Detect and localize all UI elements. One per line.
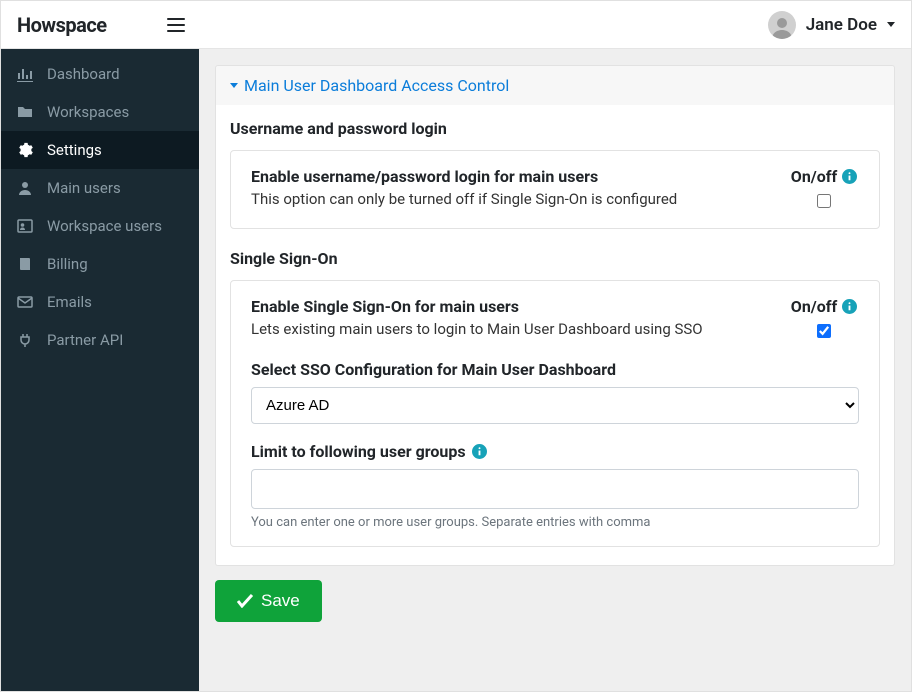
app-header: Howspace Jane Doe <box>1 1 911 49</box>
user-name: Jane Doe <box>806 15 877 35</box>
save-button[interactable]: Save <box>215 580 322 622</box>
switch-label: On/off <box>791 297 837 316</box>
username-login-toggle[interactable] <box>817 194 831 208</box>
info-icon[interactable] <box>472 444 488 460</box>
option-label: Enable Single Sign-On for main users <box>251 297 703 316</box>
avatar-icon <box>768 11 796 39</box>
sidebar-item-dashboard[interactable]: Dashboard <box>1 55 199 93</box>
menu-toggle-icon[interactable] <box>167 18 185 32</box>
user-groups-input[interactable] <box>251 469 859 509</box>
card-username-login: Enable username/password login for main … <box>230 150 880 229</box>
accordion-title: Main User Dashboard Access Control <box>244 76 509 95</box>
id-badge-icon <box>17 218 33 234</box>
sidebar-item-label: Workspace users <box>47 217 162 235</box>
caret-down-icon <box>230 83 238 88</box>
mail-icon <box>17 294 33 310</box>
card-sso: Enable Single Sign-On for main users Let… <box>230 280 880 547</box>
sidebar-item-settings[interactable]: Settings <box>1 131 199 169</box>
chart-icon <box>17 66 33 82</box>
sidebar-item-label: Dashboard <box>47 65 120 83</box>
sso-toggle[interactable] <box>817 324 831 338</box>
section-title-sso: Single Sign-On <box>230 249 880 268</box>
gear-icon <box>17 142 33 158</box>
sidebar-item-workspaces[interactable]: Workspaces <box>1 93 199 131</box>
header-left: Howspace <box>17 13 185 37</box>
accordion-header-access-control[interactable]: Main User Dashboard Access Control <box>215 65 895 105</box>
sidebar-item-label: Main users <box>47 179 121 197</box>
switch-label: On/off <box>791 167 837 186</box>
sidebar-item-partner-api[interactable]: Partner API <box>1 321 199 359</box>
sidebar-item-label: Partner API <box>47 331 123 349</box>
sidebar-item-label: Emails <box>47 293 92 311</box>
sso-config-label: Select SSO Configuration for Main User D… <box>251 360 859 379</box>
main-content: Main User Dashboard Access Control Usern… <box>199 49 911 691</box>
sidebar-item-label: Billing <box>47 255 88 273</box>
sso-config-select[interactable]: Azure AD <box>251 387 859 424</box>
user-icon <box>17 180 33 196</box>
logo: Howspace <box>17 13 107 37</box>
plug-icon <box>17 332 33 348</box>
sidebar-item-label: Settings <box>47 141 102 159</box>
check-icon <box>237 594 253 608</box>
chevron-down-icon <box>887 22 895 27</box>
accordion-body: Username and password login Enable usern… <box>215 105 895 566</box>
option-desc: This option can only be turned off if Si… <box>251 190 677 208</box>
option-desc: Lets existing main users to login to Mai… <box>251 320 703 338</box>
sidebar-item-main-users[interactable]: Main users <box>1 169 199 207</box>
info-icon[interactable] <box>841 169 857 185</box>
option-label: Enable username/password login for main … <box>251 167 677 186</box>
user-groups-label: Limit to following user groups <box>251 442 466 461</box>
sidebar-item-workspace-users[interactable]: Workspace users <box>1 207 199 245</box>
section-title-username: Username and password login <box>230 119 880 138</box>
sidebar-item-label: Workspaces <box>47 103 129 121</box>
folder-icon <box>17 104 33 120</box>
sidebar-item-emails[interactable]: Emails <box>1 283 199 321</box>
user-groups-help: You can enter one or more user groups. S… <box>251 515 859 530</box>
sidebar: Dashboard Workspaces Settings Main users… <box>1 49 199 691</box>
user-menu[interactable]: Jane Doe <box>768 11 895 39</box>
book-icon <box>17 256 33 272</box>
save-button-label: Save <box>261 591 300 611</box>
sidebar-item-billing[interactable]: Billing <box>1 245 199 283</box>
info-icon[interactable] <box>841 299 857 315</box>
